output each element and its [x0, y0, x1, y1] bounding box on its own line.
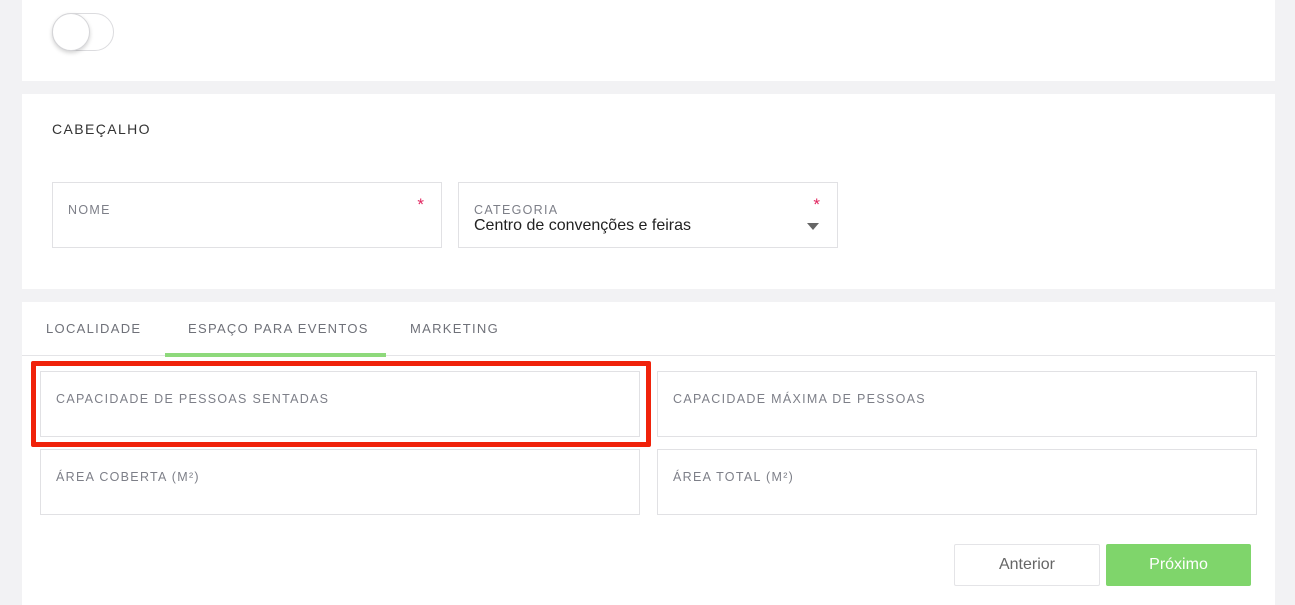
covered-area-field[interactable]: ÁREA COBERTA (M²) [40, 449, 640, 515]
total-area-input[interactable] [673, 480, 1241, 504]
toggle-switch[interactable] [52, 13, 114, 51]
max-capacity-input[interactable] [673, 402, 1241, 426]
next-button[interactable]: Próximo [1106, 544, 1251, 586]
previous-button[interactable]: Anterior [954, 544, 1100, 586]
required-asterisk: * [813, 195, 820, 214]
seated-capacity-input[interactable] [56, 402, 624, 426]
tabs-bar: LOCALIDADE ESPAÇO PARA EVENTOS MARKETING [22, 302, 1275, 357]
max-capacity-field[interactable]: CAPACIDADE MÁXIMA DE PESSOAS [657, 371, 1257, 437]
covered-area-input[interactable] [56, 480, 624, 504]
section-title: CABEÇALHO [52, 121, 151, 137]
total-area-field[interactable]: ÁREA TOTAL (M²) [657, 449, 1257, 515]
toggle-knob [52, 13, 90, 51]
tabs-card: LOCALIDADE ESPAÇO PARA EVENTOS MARKETING… [22, 302, 1275, 605]
seated-capacity-field[interactable]: CAPACIDADE DE PESSOAS SENTADAS [40, 371, 640, 437]
tab-localidade[interactable]: LOCALIDADE [46, 321, 141, 336]
tab-marketing[interactable]: MARKETING [410, 321, 499, 336]
toggle-card [22, 0, 1275, 81]
header-card: CABEÇALHO NOME * CATEGORIA * Centro de c… [22, 94, 1275, 289]
nome-field[interactable]: NOME * [52, 182, 442, 248]
categoria-label: CATEGORIA [474, 203, 559, 217]
categoria-value: Centro de convenções e feiras [474, 217, 692, 234]
active-tab-indicator [165, 353, 386, 357]
nome-input[interactable] [68, 213, 426, 237]
caret-down-icon[interactable] [807, 223, 819, 230]
categoria-select[interactable]: CATEGORIA * Centro de convenções e feira… [458, 182, 838, 248]
required-asterisk: * [417, 195, 424, 214]
tab-espaco-para-eventos[interactable]: ESPAÇO PARA EVENTOS [188, 321, 369, 336]
